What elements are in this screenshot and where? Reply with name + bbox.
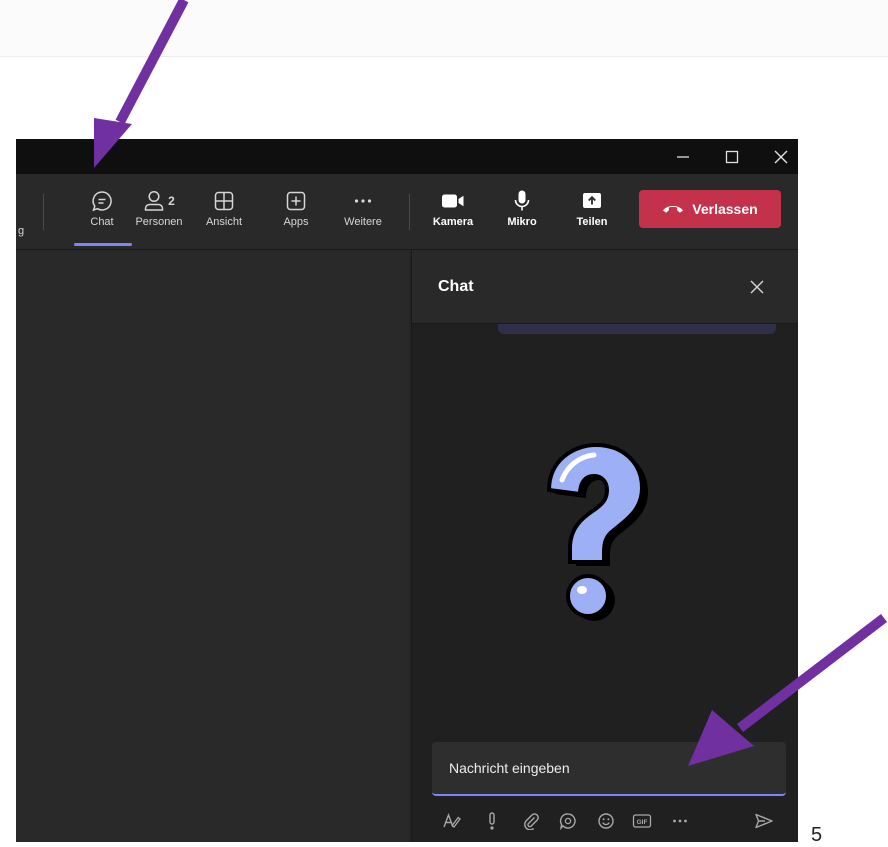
toolbar-more-label: Weitere xyxy=(344,216,382,228)
maximize-icon[interactable] xyxy=(711,139,753,174)
gif-icon[interactable]: GIF xyxy=(630,808,654,834)
share-icon xyxy=(581,188,603,214)
meeting-toolbar: g Chat 2 Personen Ansicht Apps Weitere K… xyxy=(16,174,798,250)
toolbar-mic-button[interactable]: Mikro xyxy=(500,174,544,249)
attach-icon[interactable] xyxy=(519,808,543,834)
more-icon[interactable] xyxy=(668,808,692,834)
hang-up-icon xyxy=(662,201,684,217)
people-icon: 2 xyxy=(143,188,175,214)
toolbar-camera-button[interactable]: Kamera xyxy=(428,174,478,249)
microphone-icon xyxy=(511,188,533,214)
toolbar-more-button[interactable]: Weitere xyxy=(338,174,388,249)
leave-button[interactable]: Verlassen xyxy=(639,190,781,228)
svg-text:GIF: GIF xyxy=(637,819,648,826)
active-tab-indicator xyxy=(74,243,132,246)
toolbar-chat-button[interactable]: Chat xyxy=(72,174,132,249)
layout-icon xyxy=(213,188,235,214)
send-icon[interactable] xyxy=(752,808,776,834)
format-icon[interactable] xyxy=(440,808,464,834)
toolbar-share-button[interactable]: Teilen xyxy=(570,174,614,249)
chat-message-bubble xyxy=(498,324,776,334)
meeting-stage xyxy=(16,250,409,842)
loop-icon[interactable] xyxy=(556,808,580,834)
minimize-icon[interactable] xyxy=(662,139,704,174)
toolbar-apps-button[interactable]: Apps xyxy=(274,174,318,249)
chat-icon xyxy=(90,188,114,214)
teams-meeting-window: g Chat 2 Personen Ansicht Apps Weitere K… xyxy=(16,139,798,842)
annotation-arrow-top xyxy=(94,0,189,168)
page-number: 5 xyxy=(811,824,823,846)
toolbar-people-button[interactable]: 2 Personen xyxy=(128,174,190,249)
toolbar-camera-label: Kamera xyxy=(432,216,474,228)
toolbar-view-label: Ansicht xyxy=(205,216,243,228)
emoji-icon[interactable] xyxy=(594,808,618,834)
leave-button-label: Verlassen xyxy=(692,201,758,217)
toolbar-apps-label: Apps xyxy=(283,216,309,228)
toolbar-chat-label: Chat xyxy=(90,216,114,228)
toolbar-people-label: Personen xyxy=(135,216,183,228)
close-chat-icon[interactable] xyxy=(744,274,770,300)
toolbar-view-button[interactable]: Ansicht xyxy=(198,174,250,249)
truncated-toolbar-label: g xyxy=(18,225,25,237)
chat-panel-title: Chat xyxy=(438,278,474,295)
people-count-badge: 2 xyxy=(168,194,175,208)
toolbar-divider xyxy=(409,194,410,230)
question-mark-icon xyxy=(534,440,654,635)
annotation-arrow-bottom xyxy=(688,614,888,766)
message-input[interactable]: Nachricht eingeben xyxy=(449,760,570,776)
more-icon xyxy=(352,188,374,214)
camera-icon xyxy=(440,188,466,214)
close-icon[interactable] xyxy=(760,139,798,174)
compose-toolbar: GIF xyxy=(432,808,786,834)
chat-header: Chat xyxy=(412,250,798,324)
apps-icon xyxy=(285,188,307,214)
toolbar-divider xyxy=(43,194,44,230)
toolbar-share-label: Teilen xyxy=(576,216,608,228)
toolbar-mic-label: Mikro xyxy=(507,216,537,228)
important-icon[interactable] xyxy=(480,808,504,834)
